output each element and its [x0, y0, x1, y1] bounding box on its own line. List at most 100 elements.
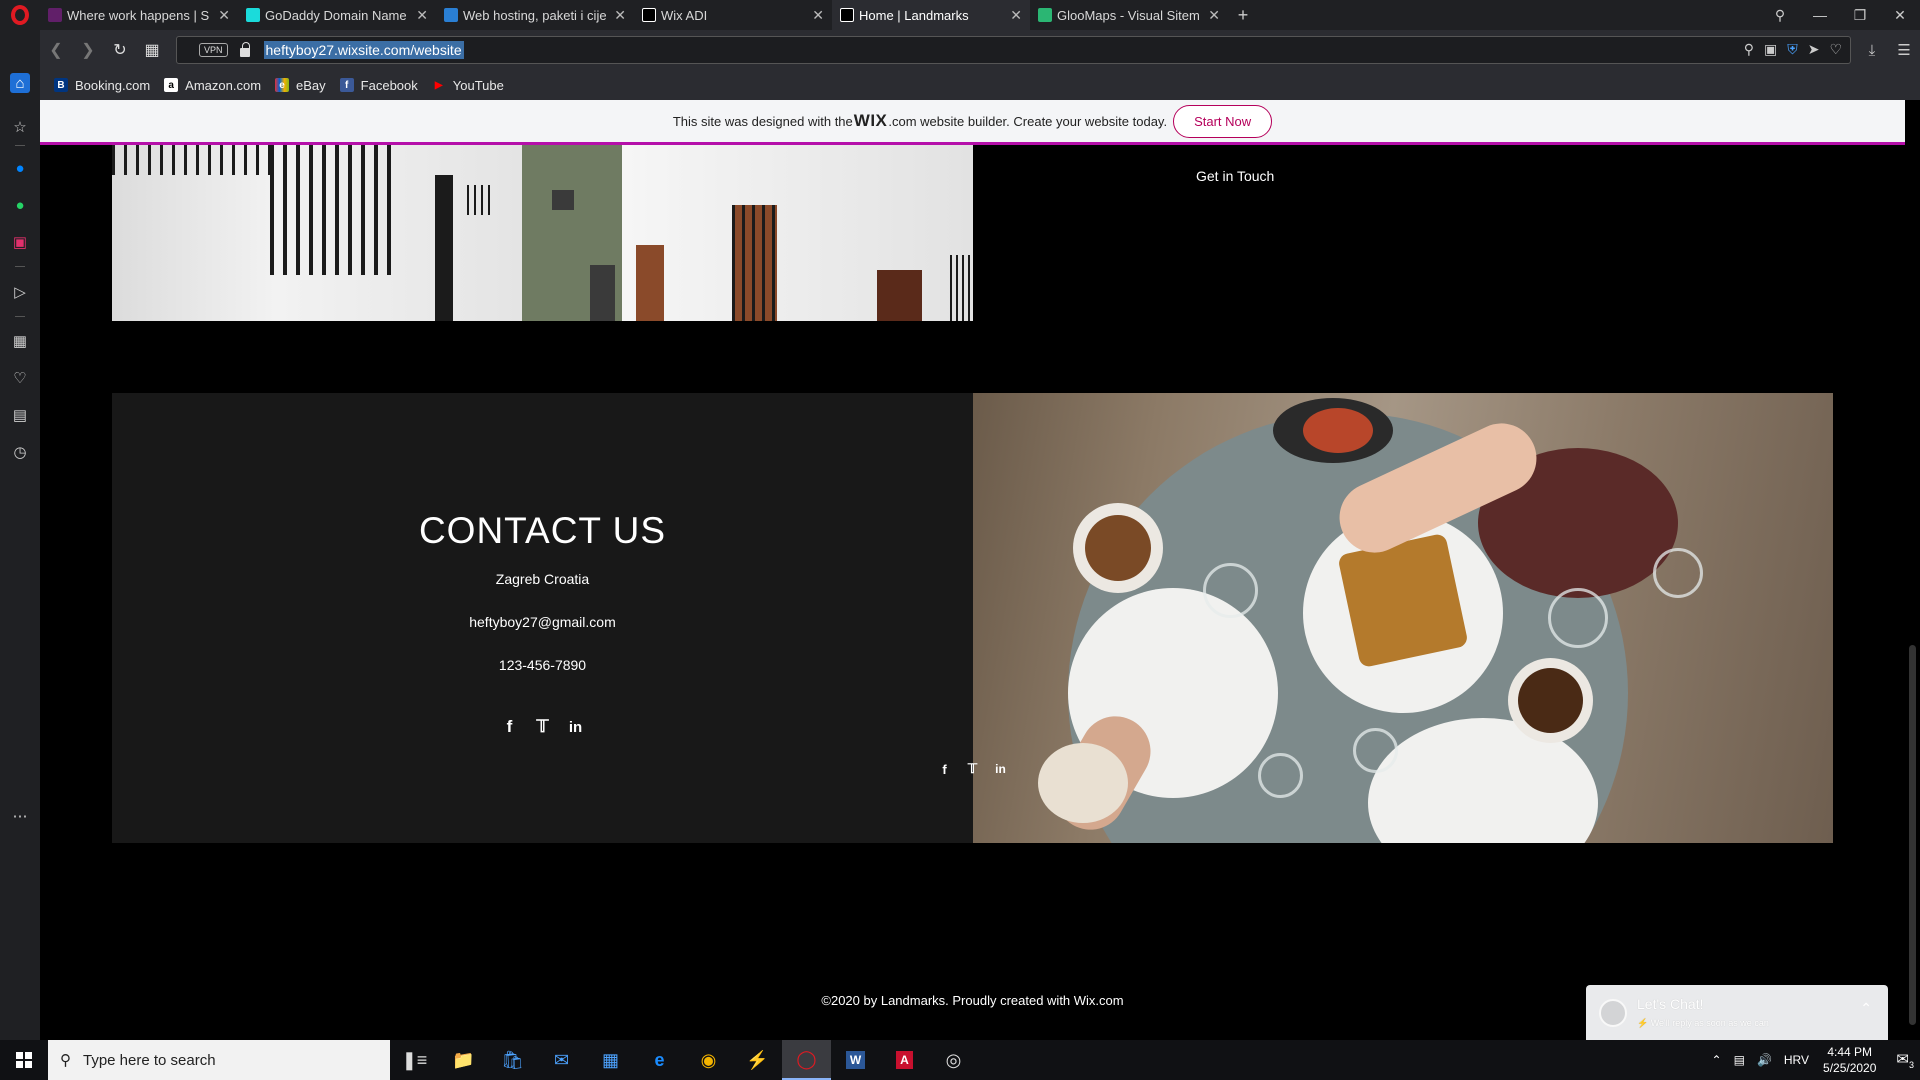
- tab-search-icon[interactable]: ⚲: [1760, 7, 1800, 24]
- calculator-icon[interactable]: ▦: [586, 1040, 635, 1080]
- youtube-icon: ▶: [434, 79, 443, 91]
- tab-close-icon[interactable]: ✕: [812, 7, 824, 24]
- tab-close-icon[interactable]: ✕: [1010, 7, 1022, 24]
- wix-icon: [840, 8, 854, 22]
- adblock-shield-icon[interactable]: ⛨: [1787, 41, 1798, 58]
- volume-icon[interactable]: 🔊: [1757, 1053, 1772, 1067]
- page-viewport: This site was designed with the WIX .com…: [40, 100, 1905, 1040]
- page-scrollbar[interactable]: [1905, 100, 1920, 1040]
- new-tab-button[interactable]: +: [1228, 5, 1258, 26]
- clock[interactable]: 4:44 PM 5/25/2020: [1823, 1044, 1876, 1076]
- chrome-icon[interactable]: ◉: [684, 1040, 733, 1080]
- contact-location: Zagreb Croatia: [495, 571, 590, 587]
- close-window-button[interactable]: ✕: [1880, 7, 1920, 24]
- tab-strip: Where work happens | Slac ✕ GoDaddy Domain…: [0, 0, 1920, 30]
- store-icon[interactable]: 🛍: [488, 1040, 537, 1080]
- forward-button[interactable]: ❯: [72, 40, 104, 60]
- more-icon[interactable]: ⋯: [10, 806, 30, 826]
- vpn-badge[interactable]: VPN: [199, 43, 228, 57]
- twitter-icon[interactable]: 𝕋: [966, 761, 980, 776]
- tab-3[interactable]: Wix ADI ✕: [634, 0, 832, 30]
- opera-taskbar-icon[interactable]: ◯: [782, 1040, 831, 1080]
- reload-button[interactable]: ↻: [104, 40, 136, 60]
- download-icon[interactable]: ⤓: [1856, 42, 1888, 59]
- chat-widget[interactable]: Let's Chat! ⚡ We'll reply as soon as we …: [1586, 985, 1888, 1040]
- tab-title: Home | Landmarks: [859, 7, 969, 23]
- home-icon[interactable]: ⌂: [10, 73, 30, 93]
- bookmark-1[interactable]: a Amazon.com: [164, 78, 261, 93]
- tab-title: Web hosting, paketi i cijene: [463, 7, 606, 23]
- minimize-button[interactable]: —: [1800, 7, 1840, 23]
- acrobat-icon[interactable]: A: [880, 1040, 929, 1080]
- edge-icon[interactable]: e: [635, 1040, 684, 1080]
- notification-count: 3: [1908, 1060, 1914, 1070]
- back-button[interactable]: ❮: [40, 40, 72, 60]
- bookmark-2[interactable]: e eBay: [275, 78, 326, 93]
- tab-4[interactable]: Home | Landmarks ✕: [832, 0, 1030, 30]
- twitter-icon[interactable]: 𝕋: [534, 717, 552, 736]
- tab-close-icon[interactable]: ✕: [416, 7, 428, 24]
- snapshot-icon[interactable]: ▣: [1764, 41, 1777, 58]
- facebook-icon[interactable]: f: [938, 762, 952, 777]
- mail-icon[interactable]: ✉: [537, 1040, 586, 1080]
- easy-setup-icon[interactable]: ☰: [1888, 41, 1920, 59]
- whatsapp-icon[interactable]: ●: [10, 195, 30, 215]
- network-icon[interactable]: ▤: [1734, 1053, 1745, 1067]
- contact-email[interactable]: heftyboy27@gmail.com: [112, 614, 973, 630]
- tab-close-icon[interactable]: ✕: [218, 7, 230, 24]
- player-icon[interactable]: ▷: [10, 282, 30, 302]
- godaddy-icon: [246, 8, 260, 22]
- task-view-icon[interactable]: ❚≡: [390, 1040, 439, 1080]
- start-now-button[interactable]: Start Now: [1173, 104, 1273, 138]
- contact-title: CONTACT US: [418, 510, 667, 551]
- system-tray: ⌃ ▤ 🔊 HRV 4:44 PM 5/25/2020 ✉3: [1706, 1040, 1920, 1080]
- heart-icon[interactable]: ♡: [10, 368, 30, 388]
- tab-2[interactable]: Web hosting, paketi i cijene ✕: [436, 0, 634, 30]
- notification-icon[interactable]: ✉3: [1896, 1050, 1914, 1070]
- search-icon: ⚲: [60, 1052, 71, 1069]
- window-controls: ⚲ — ❐ ✕: [1760, 0, 1920, 30]
- page-search-icon[interactable]: ⚲: [1744, 41, 1754, 58]
- linkedin-icon[interactable]: in: [994, 762, 1008, 776]
- word-icon[interactable]: W: [831, 1040, 880, 1080]
- news-icon[interactable]: ▤: [10, 405, 30, 425]
- history-icon[interactable]: ◷: [10, 442, 30, 462]
- get-in-touch-link[interactable]: Get in Touch: [1196, 168, 1274, 184]
- chevron-up-icon[interactable]: ⌃: [1712, 1053, 1722, 1067]
- chat-subtitle: ⚡ We'll reply as soon as we can: [1637, 1018, 1769, 1028]
- bookmark-3[interactable]: f Facebook: [339, 78, 418, 93]
- language-indicator[interactable]: HRV: [1784, 1053, 1809, 1067]
- opera-menu-icon[interactable]: [0, 0, 40, 30]
- bookmark-heart-icon[interactable]: ♡: [1829, 41, 1842, 58]
- tab-0[interactable]: Where work happens | Slac ✕: [40, 0, 238, 30]
- media-player-icon[interactable]: ◎: [929, 1040, 978, 1080]
- wix-icon: [642, 8, 656, 22]
- chevron-up-icon[interactable]: ⌃: [1860, 1000, 1872, 1017]
- bookmark-0[interactable]: B Booking.com: [54, 78, 150, 93]
- tab-1[interactable]: GoDaddy Domain Name Se ✕: [238, 0, 436, 30]
- url-field[interactable]: VPN heftyboy27.wixsite.com/website ⚲ ▣ ⛨…: [176, 36, 1851, 64]
- messenger-icon[interactable]: ●: [10, 158, 30, 178]
- instagram-icon[interactable]: ▣: [10, 232, 30, 252]
- footer-social-bar: f 𝕋 in: [40, 761, 1905, 777]
- tab-close-icon[interactable]: ✕: [614, 7, 626, 24]
- wix-banner: This site was designed with the WIX .com…: [40, 100, 1905, 145]
- url-text[interactable]: heftyboy27.wixsite.com/website: [263, 41, 464, 59]
- bookmark-4[interactable]: ▶ YouTube: [432, 78, 504, 93]
- scrollbar-thumb[interactable]: [1909, 645, 1916, 1025]
- restore-button[interactable]: ❐: [1840, 7, 1880, 24]
- linkedin-icon[interactable]: in: [567, 718, 585, 736]
- file-explorer-icon[interactable]: 📁: [439, 1040, 488, 1080]
- tab-5[interactable]: GlooMaps - Visual Sitemap ✕: [1030, 0, 1228, 30]
- send-icon[interactable]: ➤: [1808, 41, 1820, 58]
- bookmark-label: YouTube: [452, 77, 504, 93]
- star-icon[interactable]: ☆: [10, 117, 30, 137]
- start-button[interactable]: [0, 1040, 48, 1080]
- extensions-icon[interactable]: ▦: [10, 331, 30, 351]
- tab-close-icon[interactable]: ✕: [1208, 7, 1220, 24]
- lock-icon[interactable]: [239, 41, 250, 57]
- speed-dial-button[interactable]: ▦: [136, 40, 168, 60]
- flash-icon[interactable]: ⚡: [733, 1040, 782, 1080]
- taskbar-search[interactable]: ⚲ Type here to search: [48, 1040, 390, 1080]
- facebook-icon[interactable]: f: [501, 717, 519, 736]
